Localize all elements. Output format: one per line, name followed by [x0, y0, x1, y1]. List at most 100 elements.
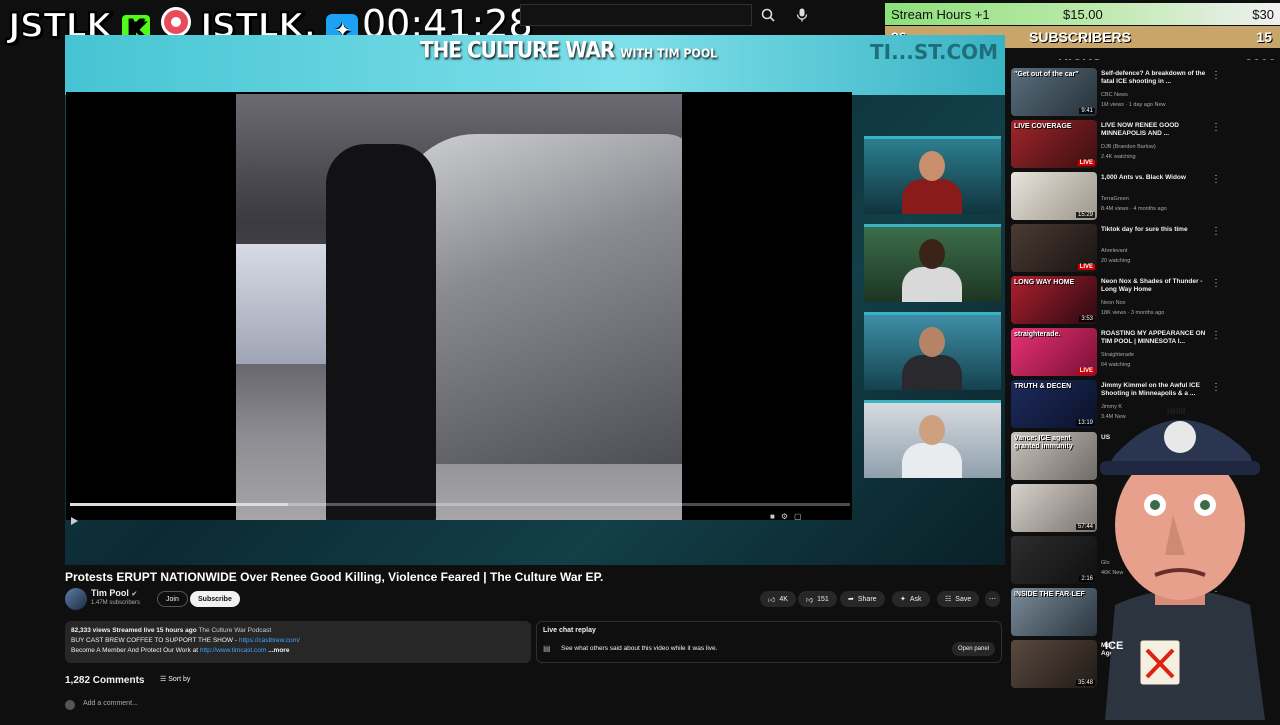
microphone-icon[interactable]: [788, 1, 816, 29]
ice-badge: ICE: [1105, 640, 1124, 652]
play-icon[interactable]: [70, 512, 80, 525]
add-comment-input[interactable]: Add a comment...: [83, 700, 138, 707]
more-options-icon[interactable]: ⋮: [1211, 70, 1221, 81]
duration-badge: 15:29: [1075, 212, 1095, 218]
video-progress-fill: [70, 503, 289, 506]
channel-name[interactable]: Tim Pool ✔: [91, 588, 137, 598]
share-label: Share: [857, 595, 877, 603]
recommendation-meta: 20 watching: [1101, 258, 1131, 264]
recommendation-thumbnail[interactable]: LIVE: [1011, 224, 1097, 272]
recommendation-title[interactable]: Tiktok day for sure this time: [1101, 226, 1211, 234]
sort-icon: ☰: [160, 676, 167, 683]
recommendation-item[interactable]: "Get out of the car" 9:41 Self-defence? A …: [1011, 68, 1271, 118]
comments-count: 1,282 Comments: [65, 675, 145, 686]
chat-icon: ▤: [543, 644, 551, 653]
thumbnail-caption: LONG WAY HOME: [1014, 279, 1075, 286]
share-button[interactable]: ➦ Share: [840, 591, 885, 607]
description-text: Become A Member And Protect Our Work at: [71, 647, 200, 654]
recommendation-item[interactable]: LONG WAY HOME 3:53 Neon Nox & Shades of Th…: [1011, 276, 1271, 326]
recommendation-title[interactable]: 1,000 Ants vs. Black Widow: [1101, 174, 1211, 182]
mascot-avatar: ICE HHIII: [1085, 395, 1275, 720]
chat-replay-title: Live chat replay: [543, 627, 596, 634]
recommendation-meta: 8.4M views · 4 months ago: [1101, 206, 1167, 212]
recommendation-meta: 1M views · 1 day ago New: [1101, 102, 1166, 108]
recommendation-channel: TerraGreen: [1101, 196, 1129, 202]
recommendation-item[interactable]: straighterade. LIVE ROASTING MY APPEARANCE…: [1011, 328, 1271, 378]
podcast-tag[interactable]: The Culture War Podcast: [198, 627, 271, 634]
more-options-icon[interactable]: ⋮: [1211, 278, 1221, 289]
duration-badge: 9:41: [1079, 108, 1095, 114]
hat-tally: HHIII: [1167, 407, 1186, 416]
more-options-icon[interactable]: ⋮: [1211, 226, 1221, 237]
stream-hours-label: Stream Hours +1: [891, 6, 990, 22]
video-frame: [236, 94, 682, 520]
description-line-2: BUY CAST BREW COFFEE TO SUPPORT THE SHOW…: [71, 636, 525, 646]
recommendation-thumbnail[interactable]: 15:29: [1011, 172, 1097, 220]
recommendation-thumbnail[interactable]: LIVE COVERAGE LIVE: [1011, 120, 1097, 168]
recommendation-item[interactable]: LIVE Tiktok day for sure this time Ahrelev…: [1011, 224, 1271, 274]
recommendation-title[interactable]: LIVE NOW RENEE GOOD MINNEAPOLIS AND ...: [1101, 122, 1211, 138]
video-title: Protests ERUPT NATIONWIDE Over Renee Goo…: [65, 570, 604, 584]
castbrew-link[interactable]: https://castbrew.com/: [239, 637, 300, 644]
search-input[interactable]: [520, 4, 752, 26]
player-controls-icons[interactable]: ■⚙▢: [770, 512, 808, 521]
stream-hours-target: $30: [1252, 6, 1274, 22]
recommendation-item[interactable]: LIVE COVERAGE LIVE LIVE NOW RENEE GOOD MIN…: [1011, 120, 1271, 170]
join-button[interactable]: Join: [157, 591, 188, 607]
share-icon: ➦: [848, 596, 854, 603]
recommendation-meta: 2.4K watching: [1101, 154, 1136, 160]
recommendation-channel: Neon Nox: [1101, 300, 1126, 306]
open-panel-button[interactable]: Open panel: [951, 642, 995, 656]
live-badge: LIVE: [1077, 160, 1095, 166]
sort-label: Sort by: [168, 676, 191, 683]
recommendation-thumbnail[interactable]: "Get out of the car" 9:41: [1011, 68, 1097, 116]
channel-row: Tim Pool ✔ 1.47M subscribers Join Subscr…: [65, 588, 1005, 610]
thumbnail-caption: LIVE COVERAGE: [1014, 123, 1072, 130]
save-button[interactable]: ☷ Save: [937, 591, 980, 607]
description-line-3: Become A Member And Protect Our Work at …: [71, 646, 525, 656]
host-camera-2: [864, 224, 1001, 302]
like-button[interactable]: 👍︎ 4K: [760, 591, 796, 607]
more-options-icon[interactable]: ⋮: [1211, 330, 1221, 341]
timcast-link[interactable]: http://www.timcast.com: [200, 647, 266, 654]
chat-replay-subtitle: See what others said about this video wh…: [561, 645, 718, 652]
verified-icon: ✔: [131, 591, 138, 598]
user-avatar: [65, 700, 75, 710]
recommendation-title[interactable]: Neon Nox & Shades of Thunder - Long Way …: [1101, 278, 1211, 294]
subscribe-button[interactable]: Subscribe: [190, 591, 240, 607]
view-stats: 82,333 views Streamed live 15 hours ago: [71, 627, 197, 634]
thumbnail-caption: TRUTH & DECEN: [1014, 383, 1072, 390]
more-options-icon[interactable]: ⋮: [1211, 174, 1221, 185]
subscribers-label: SUBSCRIBERS: [1029, 29, 1131, 45]
recommendation-channel: CBC News: [1101, 92, 1128, 98]
dislike-button[interactable]: 👎︎ 151: [798, 591, 837, 607]
thumbnail-caption: "Get out of the car": [1014, 71, 1079, 78]
more-actions-button[interactable]: ⋯: [985, 591, 1000, 607]
description-line-1: 82,333 views Streamed live 15 hours ago …: [71, 626, 525, 636]
recommendation-thumbnail[interactable]: LONG WAY HOME 3:53: [1011, 276, 1097, 324]
recommendation-channel: Straighterade: [1101, 352, 1135, 358]
recommendation-title[interactable]: ROASTING MY APPEARANCE ON TIM POOL | MIN…: [1101, 330, 1211, 346]
channel-subscribers: 1.47M subscribers: [91, 600, 141, 606]
more-options-icon[interactable]: ⋮: [1211, 122, 1221, 133]
show-title-text: THE CULTURE WAR: [420, 36, 615, 64]
recommendation-item[interactable]: 15:29 1,000 Ants vs. Black Widow TerraGree…: [1011, 172, 1271, 222]
host-camera-1: [864, 136, 1001, 214]
sort-by-button[interactable]: ☰ Sort by: [160, 675, 190, 683]
recommendation-thumbnail[interactable]: straighterade. LIVE: [1011, 328, 1097, 376]
save-label: Save: [955, 595, 972, 603]
channel-avatar[interactable]: [65, 588, 87, 610]
recommendation-title[interactable]: Self-defence? A breakdown of the fatal I…: [1101, 70, 1211, 86]
description-text: BUY CAST BREW COFFEE TO SUPPORT THE SHOW…: [71, 637, 239, 644]
show-more-button[interactable]: ...more: [268, 647, 289, 654]
search-icon[interactable]: [754, 1, 782, 29]
ask-button[interactable]: ✦ Ask: [892, 591, 930, 607]
dislike-count: 151: [817, 595, 829, 603]
host-camera-4: [864, 400, 1001, 478]
description-box[interactable]: 82,333 views Streamed live 15 hours ago …: [65, 621, 531, 663]
more-options-icon[interactable]: ⋮: [1211, 382, 1221, 393]
recommendation-meta: 18K views · 3 months ago: [1101, 310, 1165, 316]
ask-label: Ask: [909, 595, 922, 603]
channel-name-text[interactable]: Tim Pool: [91, 588, 129, 598]
live-badge: LIVE: [1077, 264, 1095, 270]
